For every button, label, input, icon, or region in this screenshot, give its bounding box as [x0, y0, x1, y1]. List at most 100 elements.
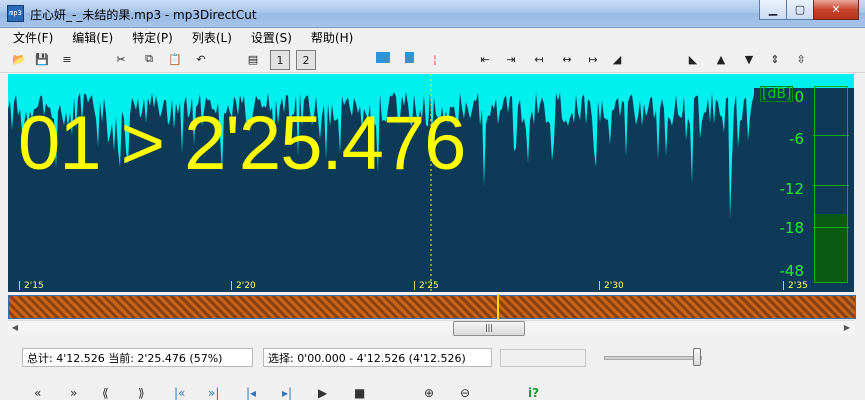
move-left-button[interactable]: ↤: [530, 50, 548, 68]
zoom-out-button[interactable]: ⊖: [460, 386, 470, 400]
open-icon: 📂: [12, 52, 26, 66]
move-both-icon: ↔: [562, 52, 572, 66]
play-button[interactable]: ▶: [318, 386, 327, 400]
maximize-button[interactable]: ▢: [786, 0, 814, 20]
cut-icon: ✂: [116, 52, 126, 66]
selection-field: 选择: 0'00.000 - 4'12.526 (4'12.526): [263, 348, 492, 367]
save-button[interactable]: 💾: [33, 50, 51, 68]
save-list-button[interactable]: ≡: [58, 50, 76, 68]
menu-list[interactable]: 列表(L): [179, 29, 238, 46]
scroll-right-icon[interactable]: ▶: [840, 321, 854, 335]
menu-bar: 文件(F) 编辑(E) 特定(P) 列表(L) 设置(S) 帮助(H): [0, 28, 865, 47]
page-icon: ▤: [247, 52, 259, 66]
meter-bar: [813, 86, 849, 283]
menu-file[interactable]: 文件(F): [0, 29, 59, 46]
move-right-button[interactable]: ↦: [584, 50, 602, 68]
forward-button[interactable]: »: [70, 386, 77, 400]
normalize-icon: ⇕: [770, 52, 780, 66]
horizontal-scrollbar[interactable]: ◀ ||| ▶: [8, 320, 854, 336]
cut-button[interactable]: ✂: [112, 50, 130, 68]
tick-label: 2'15: [18, 281, 44, 291]
scroll-left-icon[interactable]: ◀: [8, 321, 22, 335]
close-icon: ✕: [831, 3, 841, 16]
time-display: 01 > 2'25.476: [18, 101, 466, 186]
info-button[interactable]: i?: [528, 386, 539, 400]
copy-icon: ⧉: [145, 52, 153, 65]
open-button[interactable]: 📂: [10, 50, 28, 68]
total-position-field: 总计: 4'12.526 当前: 2'25.476 (57%): [22, 348, 253, 367]
volume-slider-track[interactable]: [604, 356, 702, 360]
fade-up-icon: ▲: [716, 52, 726, 66]
maximize-icon: ▢: [794, 3, 806, 16]
waveform-view[interactable]: 01 > 2'25.476 [dB] 0 -6 -12 -18 -48: [8, 74, 854, 292]
undo-button[interactable]: ↶: [192, 50, 210, 68]
app-icon: mp3: [7, 5, 24, 22]
volume-slider-thumb[interactable]: [693, 348, 701, 366]
copy-button[interactable]: ⧉: [140, 50, 158, 68]
rewind-button[interactable]: «: [34, 386, 41, 400]
meter-fill: [815, 213, 847, 282]
stop-button[interactable]: ■: [354, 386, 365, 400]
minimize-button[interactable]: ▁: [759, 0, 787, 20]
tick-label: 2'25: [413, 281, 439, 291]
set-end-button[interactable]: [400, 50, 418, 68]
cue-icon: ¦: [433, 52, 437, 66]
scroll-thumb[interactable]: |||: [453, 321, 525, 336]
move-left-icon: ↤: [534, 52, 544, 66]
page-2-button[interactable]: 2: [296, 50, 316, 70]
db-label-6: -6: [789, 130, 804, 148]
fast-rewind-button[interactable]: ⟪: [102, 386, 109, 400]
sel-end-button[interactable]: ▸|: [282, 386, 292, 400]
title-bar: mp3 庄心妍_-_未结的果.mp3 - mp3DirectCut ▁ ▢ ✕: [0, 0, 865, 28]
progress-field: [500, 349, 586, 367]
transport-bar: « » ⟪ ⟫ |« »| |◂ ▸| ▶ ■ ⊕ ⊖ i?: [0, 384, 865, 400]
to-start-button[interactable]: |«: [174, 386, 185, 400]
extra-button[interactable]: ⇳: [792, 50, 810, 68]
undo-icon: ↶: [196, 52, 206, 66]
level-meter: [dB] 0 -6 -12 -18 -48: [754, 82, 854, 287]
menu-edit[interactable]: 编辑(E): [59, 29, 119, 46]
position-cursor[interactable]: [497, 294, 499, 320]
extra-icon: ⇳: [796, 52, 806, 66]
save-list-icon: ≡: [62, 52, 72, 66]
page-button[interactable]: ▤: [244, 50, 262, 68]
sel-left-button[interactable]: ⇤: [476, 50, 494, 68]
menu-help[interactable]: 帮助(H): [298, 29, 359, 46]
fade-down-icon: ▼: [744, 52, 754, 66]
move-both-button[interactable]: ↔: [558, 50, 576, 68]
fade-left-icon: ◢: [612, 52, 622, 66]
time-ruler: 2'15 2'20 2'25 2'30 2'35: [8, 278, 854, 294]
selection-bar[interactable]: [8, 294, 856, 320]
set-begin-icon: [376, 52, 390, 66]
minimize-icon: ▁: [768, 3, 778, 16]
fade-left-button[interactable]: ◢: [608, 50, 626, 68]
db-label-18: -18: [779, 219, 805, 237]
sel-right-icon: ⇥: [506, 52, 516, 66]
window-title: 庄心妍_-_未结的果.mp3 - mp3DirectCut: [30, 8, 257, 22]
fast-forward-button[interactable]: ⟫: [138, 386, 145, 400]
set-begin-button[interactable]: [374, 50, 392, 68]
zoom-in-button[interactable]: ⊕: [424, 386, 434, 400]
save-icon: 💾: [35, 52, 49, 66]
db-label-0: 0: [794, 88, 804, 106]
toolbar: 📂 💾 ≡ ✂ ⧉ 📋 ↶ ▤ 1 2 ¦ ⇤ ⇥ ↤ ↔ ↦ ◢ ◣ ▲ ▼ …: [0, 47, 865, 73]
tick-label: 2'35: [782, 281, 808, 291]
paste-button[interactable]: 📋: [166, 50, 184, 68]
normalize-button[interactable]: ⇕: [766, 50, 784, 68]
sel-left-icon: ⇤: [480, 52, 490, 66]
fade-down-button[interactable]: ▼: [740, 50, 758, 68]
sel-start-button[interactable]: |◂: [246, 386, 256, 400]
fade-right-button[interactable]: ◣: [684, 50, 702, 68]
tick-label: 2'30: [598, 281, 624, 291]
menu-settings[interactable]: 设置(S): [238, 29, 298, 46]
menu-special[interactable]: 特定(P): [119, 29, 179, 46]
page-1-icon: 1: [276, 53, 284, 67]
db-label-12: -12: [779, 180, 805, 198]
page-1-button[interactable]: 1: [270, 50, 290, 70]
set-end-icon: [404, 52, 414, 66]
cue-button[interactable]: ¦: [426, 50, 444, 68]
sel-right-button[interactable]: ⇥: [502, 50, 520, 68]
fade-up-button[interactable]: ▲: [712, 50, 730, 68]
close-button[interactable]: ✕: [813, 0, 859, 20]
to-end-button[interactable]: »|: [208, 386, 219, 400]
